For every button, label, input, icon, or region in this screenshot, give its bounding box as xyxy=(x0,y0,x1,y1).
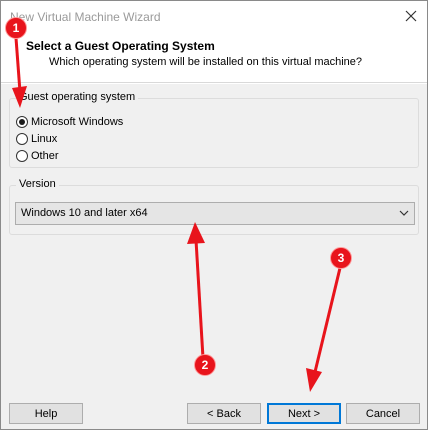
wizard-header: Select a Guest Operating System Which op… xyxy=(1,31,427,83)
page-title: Select a Guest Operating System xyxy=(26,39,215,53)
wizard-footer: Help < Back Next > Cancel xyxy=(1,396,427,429)
title-bar: New Virtual Machine Wizard xyxy=(1,1,427,31)
annotation-badge-2: 2 xyxy=(194,354,216,376)
guest-os-group: Guest operating system xyxy=(9,91,419,168)
guest-os-legend: Guest operating system xyxy=(16,91,139,103)
radio-other[interactable]: Other xyxy=(16,150,59,162)
radio-label: Linux xyxy=(31,133,58,145)
radio-label: Other xyxy=(31,150,59,162)
version-dropdown[interactable]: Windows 10 and later x64 xyxy=(15,202,415,225)
page-subtitle: Which operating system will be installed… xyxy=(49,56,363,68)
annotation-badge-3: 3 xyxy=(330,247,352,269)
help-button[interactable]: Help xyxy=(9,403,83,424)
chevron-down-icon xyxy=(399,210,409,216)
back-button[interactable]: < Back xyxy=(187,403,261,424)
version-selected-value: Windows 10 and later x64 xyxy=(21,207,148,219)
version-legend: Version xyxy=(16,178,59,190)
radio-label: Microsoft Windows xyxy=(31,116,124,128)
radio-linux[interactable]: Linux xyxy=(16,133,57,145)
radio-button[interactable] xyxy=(16,133,28,145)
radio-button[interactable] xyxy=(16,150,28,162)
annotation-badge-1: 1 xyxy=(5,17,27,39)
radio-button[interactable] xyxy=(16,116,28,128)
wizard-body: Guest operating system Microsoft Windows… xyxy=(1,84,427,396)
window-title: New Virtual Machine Wizard xyxy=(10,10,161,24)
close-button[interactable] xyxy=(395,1,427,31)
next-button[interactable]: Next > xyxy=(267,403,341,424)
radio-microsoft-windows[interactable]: Microsoft Windows xyxy=(16,116,123,128)
radio-selected-dot xyxy=(19,119,25,125)
close-icon xyxy=(405,10,417,22)
cancel-button[interactable]: Cancel xyxy=(346,403,420,424)
